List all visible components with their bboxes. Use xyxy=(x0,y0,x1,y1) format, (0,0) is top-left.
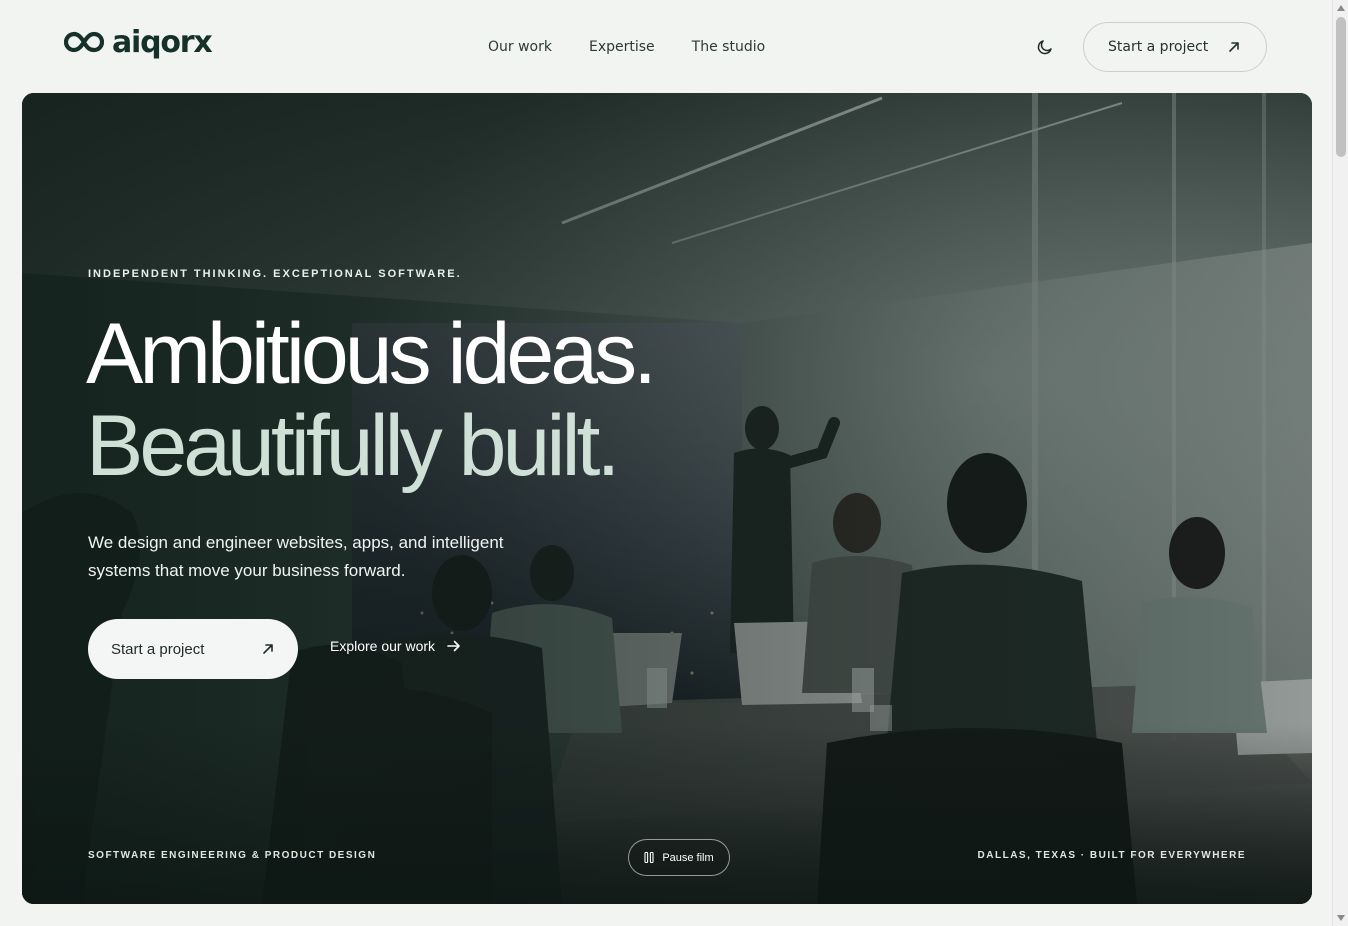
hero-subtext: We design and engineer websites, apps, a… xyxy=(88,533,504,580)
explore-work-link[interactable]: Explore our work xyxy=(330,638,461,654)
moon-icon xyxy=(1037,40,1052,55)
hero-section: INDEPENDENT THINKING. EXCEPTIONAL SOFTWA… xyxy=(22,93,1312,904)
hero-headline-line1: Ambitious ideas. xyxy=(86,306,657,402)
scroll-up-button[interactable] xyxy=(1333,0,1348,16)
theme-toggle-button[interactable] xyxy=(1032,34,1058,60)
hero-headline-line2: Beautifully built. xyxy=(86,398,620,494)
chevron-down-icon xyxy=(1337,915,1345,921)
brand-logo[interactable]: aiqorx xyxy=(64,25,213,60)
hero-start-project-button[interactable]: Start a project xyxy=(88,619,298,679)
arrow-right-icon xyxy=(447,640,460,652)
scrollbar-thumb[interactable] xyxy=(1336,17,1346,157)
nav-item-the-studio[interactable]: The studio xyxy=(692,37,766,57)
hero-eyebrow: INDEPENDENT THINKING. EXCEPTIONAL SOFTWA… xyxy=(88,268,462,280)
hero-bottom-overlay xyxy=(22,724,1312,904)
page-scrollbar[interactable] xyxy=(1332,0,1348,926)
header-start-project-button[interactable]: Start a project xyxy=(1083,22,1267,72)
site-header: aiqorx Our work Expertise The studio Sta… xyxy=(0,0,1332,93)
hero-primary-cta-label: Start a project xyxy=(111,640,205,658)
arrow-up-right-icon xyxy=(263,644,273,654)
pause-film-button[interactable]: Pause film xyxy=(628,839,730,876)
nav-item-our-work[interactable]: Our work xyxy=(488,37,552,57)
main-nav: Our work Expertise The studio xyxy=(488,37,765,57)
hero-footer-left: SOFTWARE ENGINEERING & PRODUCT DESIGN xyxy=(88,850,377,861)
pause-film-label: Pause film xyxy=(662,851,714,864)
scroll-down-button[interactable] xyxy=(1333,910,1348,926)
chevron-up-icon xyxy=(1337,5,1345,11)
hero-headline: Ambitious ideas. Beautifully built. xyxy=(86,306,657,494)
infinity-loop-icon xyxy=(64,31,104,53)
brand-name: aiqorx xyxy=(112,25,213,60)
arrow-up-right-icon xyxy=(1229,42,1239,52)
hero-footer-right: DALLAS, TEXAS · BUILT FOR EVERYWHERE xyxy=(977,850,1246,861)
explore-work-label: Explore our work xyxy=(330,638,436,654)
header-cta-label: Start a project xyxy=(1108,39,1209,55)
nav-item-expertise[interactable]: Expertise xyxy=(589,37,655,57)
pause-icon xyxy=(644,852,654,863)
